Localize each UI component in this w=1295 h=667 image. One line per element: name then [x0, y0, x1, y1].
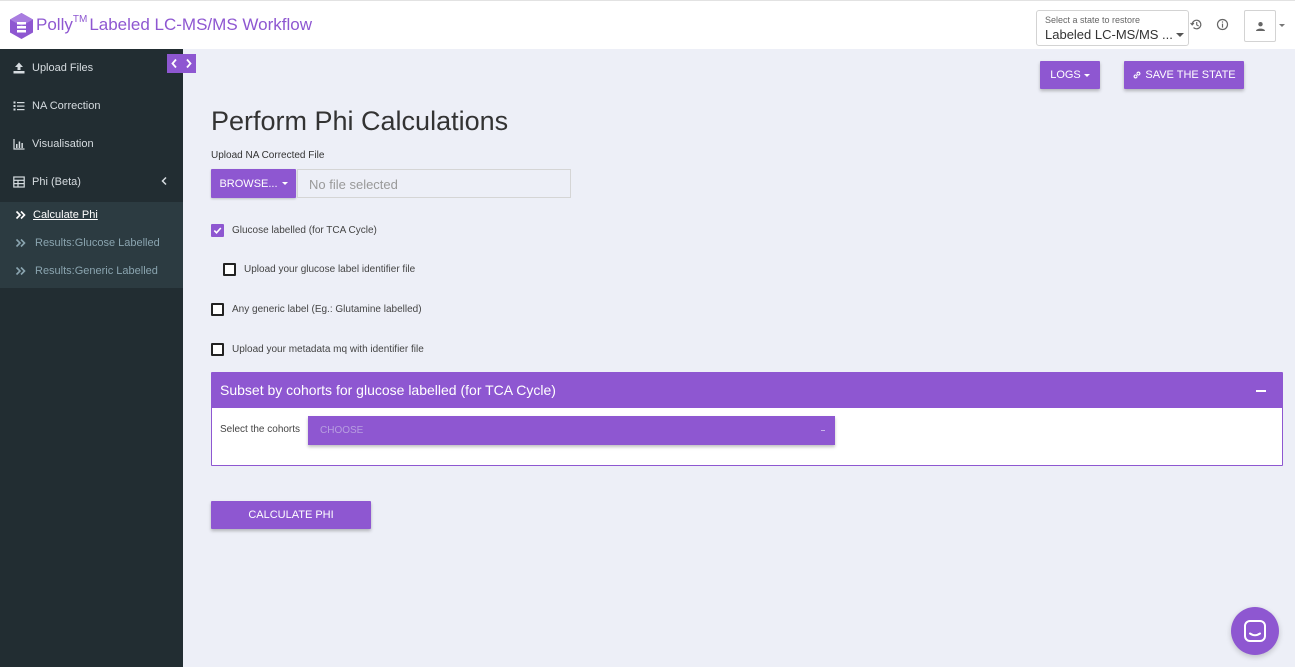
checkmark-icon [213, 227, 222, 234]
submenu-item-results-generic[interactable]: Results:Generic Labelled [0, 258, 183, 286]
generic-label-checkbox[interactable] [211, 303, 224, 316]
bar-chart-icon [13, 139, 25, 150]
glucose-identifier-label: Upload your glucose label identifier fil… [244, 264, 416, 275]
chevron-left-right-icon [171, 58, 192, 69]
file-name-field[interactable]: No file selected [297, 169, 571, 198]
list-icon [13, 101, 25, 111]
sidebar-item-na-correction[interactable]: NA Correction [0, 87, 183, 125]
user-icon [1256, 22, 1265, 31]
cohort-select-placeholder: CHOOSE [320, 425, 364, 436]
info-icon[interactable] [1216, 18, 1229, 31]
upload-file-label: Upload NA Corrected File [211, 150, 325, 161]
sidebar: Upload Files NA Correction Visualisation… [0, 49, 183, 667]
glucose-labelled-label: Glucose labelled (for TCA Cycle) [232, 225, 377, 236]
state-select-label: Select a state to restore [1045, 15, 1141, 25]
cohort-select-label: Select the cohorts [220, 424, 301, 435]
save-state-label: SAVE THE STATE [1145, 69, 1236, 81]
submenu-item-label: Calculate Phi [33, 209, 98, 221]
panel-title: Subset by cohorts for glucose labelled (… [220, 382, 556, 398]
sidebar-item-label: Visualisation [32, 138, 94, 150]
caret-down-icon [1083, 73, 1090, 77]
metadata-upload-label: Upload your metadata mq with identifier … [232, 344, 424, 355]
glucose-labelled-checkbox[interactable] [211, 224, 224, 237]
minimize-icon[interactable] [1256, 390, 1266, 392]
sidebar-toggle-button[interactable] [167, 54, 196, 73]
submenu-item-results-glucose[interactable]: Results:Glucose Labelled [0, 230, 183, 258]
submenu-item-label: Results:Generic Labelled [35, 265, 158, 277]
cohort-select[interactable]: CHOOSE [308, 416, 835, 445]
chat-widget-button[interactable] [1231, 607, 1279, 655]
caret-down-icon [281, 182, 288, 185]
double-chevron-right-icon [15, 266, 26, 276]
link-icon [1133, 71, 1141, 79]
logs-button[interactable]: LOGS [1040, 61, 1100, 89]
panel-header: Subset by cohorts for glucose labelled (… [212, 373, 1282, 408]
logs-button-label: LOGS [1050, 69, 1081, 81]
submenu-item-label: Results:Glucose Labelled [35, 237, 160, 249]
upload-icon [13, 62, 25, 74]
browse-button[interactable]: BROWSE... [211, 169, 296, 198]
sidebar-item-label: Upload Files [32, 62, 94, 74]
user-caret-icon[interactable] [1279, 24, 1285, 27]
user-menu-button[interactable] [1244, 10, 1276, 42]
browse-button-label: BROWSE... [219, 177, 278, 190]
calculate-phi-label: CALCULATE PHI [248, 509, 334, 521]
state-restore-select[interactable]: Select a state to restore Labeled LC-MS/… [1036, 10, 1189, 46]
glucose-identifier-checkbox[interactable] [223, 263, 236, 276]
submenu-item-calculate-phi[interactable]: Calculate Phi [0, 202, 183, 230]
chevron-left-icon [161, 176, 167, 186]
sidebar-item-label: Phi (Beta) [32, 176, 81, 188]
calculate-phi-button[interactable]: CALCULATE PHI [211, 501, 371, 529]
chat-icon [1244, 620, 1266, 642]
phi-submenu: Calculate Phi Results:Glucose Labelled R… [0, 202, 183, 288]
sidebar-item-label: NA Correction [32, 100, 101, 112]
metadata-upload-checkbox[interactable] [211, 343, 224, 356]
app-header: PollyTM Labeled LC-MS/MS Workflow Select … [0, 0, 1295, 49]
history-icon[interactable] [1190, 18, 1203, 31]
dropdown-indicator-icon [821, 430, 825, 431]
generic-label-label: Any generic label (Eg.: Glutamine labell… [232, 304, 422, 315]
caret-down-icon [1176, 33, 1184, 37]
state-select-value: Labeled LC-MS/MS ... [1045, 27, 1173, 42]
save-state-button[interactable]: SAVE THE STATE [1124, 61, 1244, 89]
page-title: Perform Phi Calculations [211, 106, 509, 136]
table-icon [13, 176, 25, 188]
cohort-subset-panel: Subset by cohorts for glucose labelled (… [211, 372, 1283, 466]
sidebar-item-upload-files[interactable]: Upload Files [0, 49, 183, 87]
sidebar-item-phi-beta[interactable]: Phi (Beta) [0, 163, 183, 201]
double-chevron-right-icon [15, 210, 26, 220]
sidebar-item-visualisation[interactable]: Visualisation [0, 125, 183, 163]
double-chevron-right-icon [15, 238, 26, 248]
polly-logo-icon [10, 13, 33, 39]
app-title: PollyTM Labeled LC-MS/MS Workflow [36, 14, 312, 34]
